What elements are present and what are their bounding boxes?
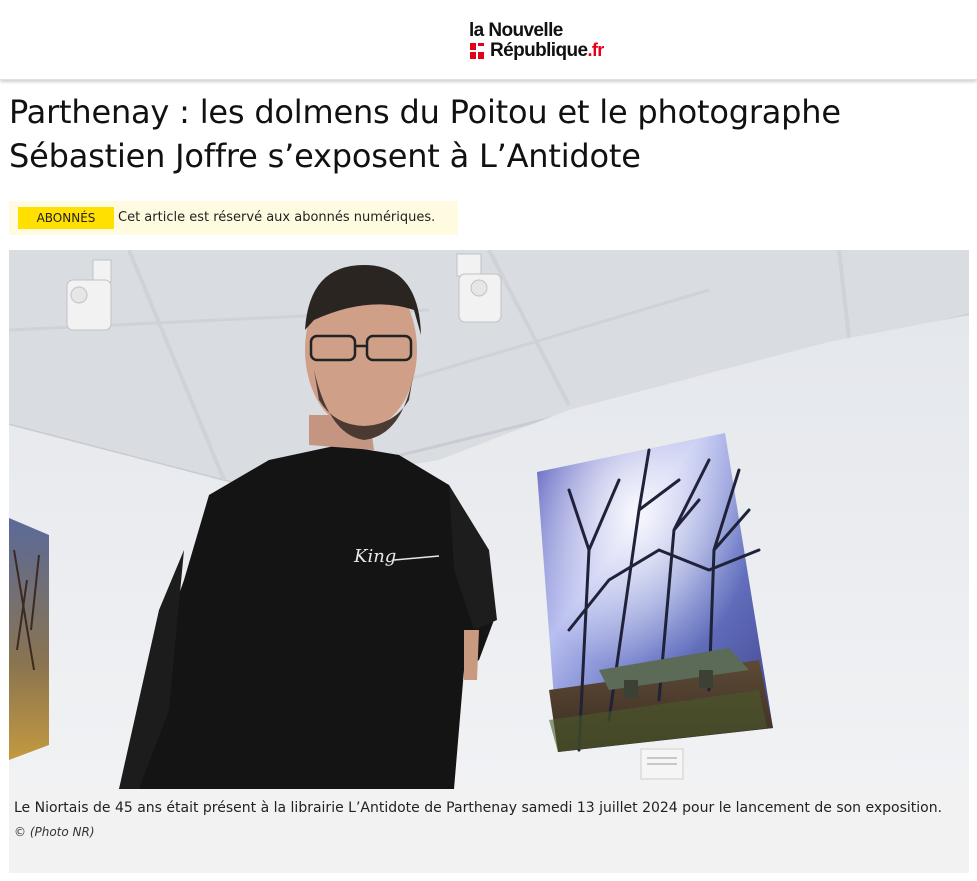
photo-caption: Le Niortais de 45 ans était présent à la…	[14, 800, 943, 816]
article-title: Parthenay : les dolmens du Poitou et le …	[9, 93, 841, 175]
paywall-notice-text: Cet article est réservé aux abonnés numé…	[118, 210, 436, 225]
logo-tld: .fr	[587, 40, 604, 60]
logo-text-line2: République.fr	[490, 39, 604, 62]
photo-caption-box: Le Niortais de 45 ans était présent à la…	[9, 789, 969, 873]
site-header: la Nouvelle République.fr	[0, 0, 977, 80]
photo-credit: © (Photo NR)	[14, 825, 95, 839]
logo-name: République	[490, 40, 588, 61]
shirt-print: King	[353, 546, 396, 567]
site-logo[interactable]: la Nouvelle République.fr	[469, 20, 629, 64]
logo-mark-icon	[470, 43, 484, 59]
photo-illustration: King	[9, 250, 969, 789]
subscriber-notice: ABONNÉS Cet article est réservé aux abon…	[9, 201, 458, 235]
article-photo[interactable]: King	[9, 250, 969, 789]
subscriber-badge: ABONNÉS	[18, 207, 114, 229]
